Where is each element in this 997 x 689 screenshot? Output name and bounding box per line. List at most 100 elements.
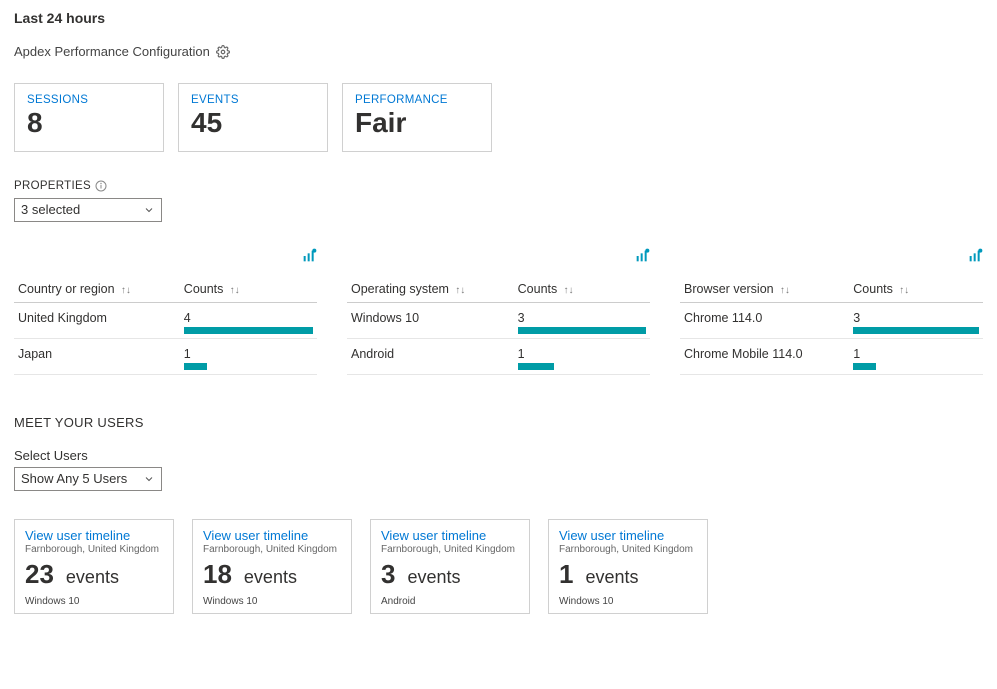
table-name-cell: United Kingdom <box>14 302 180 338</box>
user-card[interactable]: View user timelineFarnborough, United Ki… <box>14 519 174 614</box>
table-count-cell: 1 <box>849 338 983 374</box>
table-name-cell: Chrome Mobile 114.0 <box>680 338 849 374</box>
os-count-header-text: Counts <box>518 282 558 296</box>
view-timeline-link[interactable]: View user timeline <box>203 528 308 543</box>
sort-arrows-icon: ↑↓ <box>561 285 574 296</box>
user-location: Farnborough, United Kingdom <box>559 544 697 555</box>
table-count-cell: 1 <box>180 338 317 374</box>
user-location: Farnborough, United Kingdom <box>381 544 519 555</box>
table-row[interactable]: Android 1 <box>347 338 650 374</box>
user-card[interactable]: View user timelineFarnborough, United Ki… <box>192 519 352 614</box>
performance-value: Fair <box>355 108 479 139</box>
count-bar <box>518 327 646 334</box>
sessions-label: SESSIONS <box>27 94 151 106</box>
tables-row: Country or region ↑↓ Counts ↑↓ United Ki… <box>14 276 983 375</box>
user-os: Windows 10 <box>559 596 697 607</box>
user-card[interactable]: View user timelineFarnborough, United Ki… <box>370 519 530 614</box>
chevron-down-icon <box>143 204 155 216</box>
country-table: Country or region ↑↓ Counts ↑↓ United Ki… <box>14 276 317 375</box>
event-count: 3 <box>381 559 395 590</box>
table-count-cell: 3 <box>849 302 983 338</box>
count-value: 3 <box>518 311 646 325</box>
browser-name-header[interactable]: Browser version ↑↓ <box>680 276 849 303</box>
table-row[interactable]: Windows 103 <box>347 302 650 338</box>
user-card[interactable]: View user timelineFarnborough, United Ki… <box>548 519 708 614</box>
count-value: 4 <box>184 311 313 325</box>
sort-arrows-icon: ↑↓ <box>777 285 790 296</box>
country-count-header[interactable]: Counts ↑↓ <box>180 276 317 303</box>
event-unit: events <box>244 567 297 588</box>
chart-pin-icon[interactable] <box>634 248 650 264</box>
properties-dropdown[interactable]: 3 selected <box>14 198 162 222</box>
properties-text: PROPERTIES <box>14 180 91 192</box>
os-count-header[interactable]: Counts ↑↓ <box>514 276 650 303</box>
event-count-row: 3 events <box>381 559 519 590</box>
table-row[interactable]: Chrome 114.0 3 <box>680 302 983 338</box>
country-count-header-text: Counts <box>184 282 224 296</box>
performance-card[interactable]: PERFORMANCE Fair <box>342 83 492 152</box>
info-icon[interactable] <box>95 180 107 192</box>
event-count-row: 18events <box>203 559 341 590</box>
sessions-card[interactable]: SESSIONS 8 <box>14 83 164 152</box>
table-row[interactable]: Chrome Mobile 114.0 1 <box>680 338 983 374</box>
table-name-cell: Chrome 114.0 <box>680 302 849 338</box>
select-users-dropdown[interactable]: Show Any 5 Users <box>14 467 162 491</box>
browser-name-header-text: Browser version <box>684 282 774 296</box>
sort-arrows-icon: ↑↓ <box>896 285 909 296</box>
properties-dropdown-value: 3 selected <box>21 202 80 217</box>
count-bar <box>518 363 554 370</box>
event-count: 1 <box>559 559 573 590</box>
chart-pin-icon[interactable] <box>301 248 317 264</box>
user-os: Android <box>381 596 519 607</box>
time-range-title: Last 24 hours <box>14 10 983 26</box>
browser-count-header[interactable]: Counts ↑↓ <box>849 276 983 303</box>
chart-pin-icon[interactable] <box>967 248 983 264</box>
gear-icon[interactable] <box>216 45 230 59</box>
properties-section-label: PROPERTIES <box>14 180 983 192</box>
count-value: 1 <box>518 347 646 361</box>
table-row[interactable]: Japan 1 <box>14 338 317 374</box>
country-name-header[interactable]: Country or region ↑↓ <box>14 276 180 303</box>
view-timeline-link[interactable]: View user timeline <box>381 528 486 543</box>
count-bar <box>853 363 876 370</box>
user-os: Windows 10 <box>25 596 163 607</box>
events-value: 45 <box>191 108 315 139</box>
user-cards-row: View user timelineFarnborough, United Ki… <box>14 519 983 614</box>
table-name-cell: Android <box>347 338 514 374</box>
table-count-cell: 4 <box>180 302 317 338</box>
event-unit: events <box>407 567 460 588</box>
event-unit: events <box>66 567 119 588</box>
browser-table: Browser version ↑↓ Counts ↑↓ Chrome 114.… <box>680 276 983 375</box>
event-count-row: 1events <box>559 559 697 590</box>
table-row[interactable]: United Kingdom 4 <box>14 302 317 338</box>
sort-arrows-icon: ↑↓ <box>118 285 131 296</box>
events-card[interactable]: EVENTS 45 <box>178 83 328 152</box>
meet-users-heading: MEET YOUR USERS <box>14 415 983 430</box>
view-timeline-link[interactable]: View user timeline <box>25 528 130 543</box>
table-count-cell: 3 <box>514 302 650 338</box>
events-label: EVENTS <box>191 94 315 106</box>
count-bar <box>184 327 313 334</box>
count-value: 1 <box>184 347 313 361</box>
event-count-row: 23 events <box>25 559 163 590</box>
country-tbody: United Kingdom 4 Japan 1 <box>14 302 317 374</box>
table-count-cell: 1 <box>514 338 650 374</box>
apdex-config-row: Apdex Performance Configuration <box>14 44 983 59</box>
os-name-header-text: Operating system <box>351 282 449 296</box>
count-value: 1 <box>853 347 979 361</box>
metric-row: SESSIONS 8 EVENTS 45 PERFORMANCE Fair <box>14 83 983 152</box>
os-name-header[interactable]: Operating system ↑↓ <box>347 276 514 303</box>
count-value: 3 <box>853 311 979 325</box>
view-timeline-link[interactable]: View user timeline <box>559 528 664 543</box>
sort-arrows-icon: ↑↓ <box>227 285 240 296</box>
chevron-down-icon <box>143 473 155 485</box>
apdex-config-label: Apdex Performance Configuration <box>14 44 210 59</box>
user-os: Windows 10 <box>203 596 341 607</box>
table-name-cell: Japan <box>14 338 180 374</box>
os-tbody: Windows 103Android 1 <box>347 302 650 374</box>
event-count: 23 <box>25 559 54 590</box>
count-bar <box>184 363 207 370</box>
sort-arrows-icon: ↑↓ <box>452 285 465 296</box>
count-bar <box>853 327 979 334</box>
browser-tbody: Chrome 114.0 3 Chrome Mobile 114.0 1 <box>680 302 983 374</box>
